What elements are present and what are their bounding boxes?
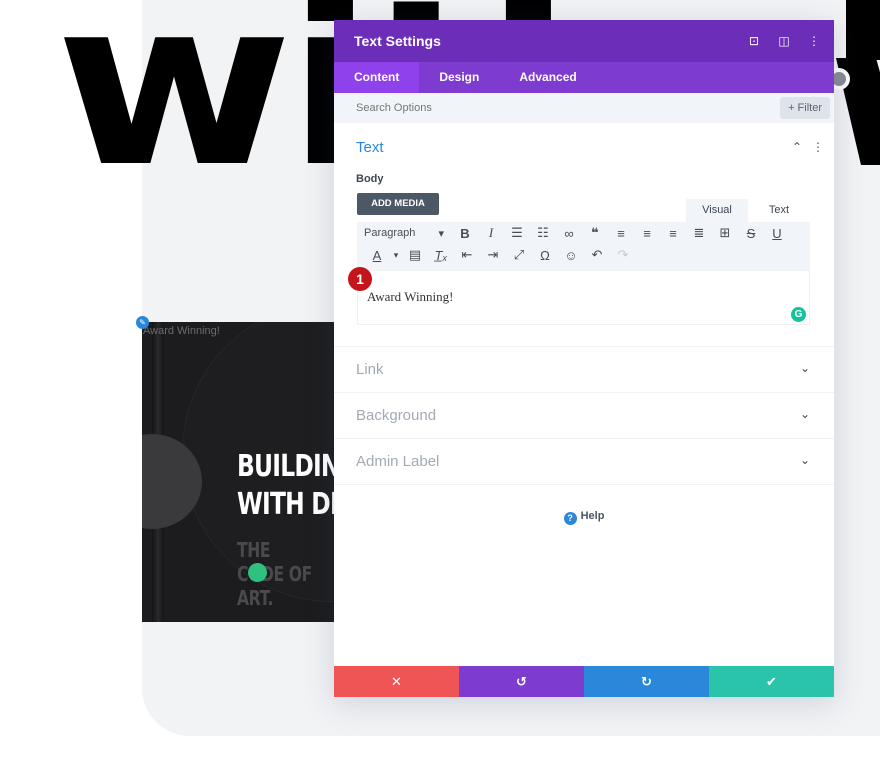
background-section[interactable]: Background ⌄: [334, 393, 834, 439]
format-select-value: Paragraph: [364, 226, 416, 239]
book-cover-image: BUILDING WITH DIVI THE CODE OF ART.: [142, 322, 334, 622]
book-title-line: BUILDING: [237, 449, 334, 484]
tab-advanced[interactable]: Advanced: [499, 62, 596, 93]
section-more-icon[interactable]: ⋮: [812, 140, 824, 154]
grammarly-icon[interactable]: G: [791, 307, 806, 322]
align-right-icon[interactable]: ≡: [660, 226, 686, 241]
bullet-list-icon[interactable]: ☰: [504, 225, 530, 241]
undo-button[interactable]: ↺: [459, 666, 584, 697]
tab-design[interactable]: Design: [419, 62, 499, 93]
filter-button[interactable]: + Filter: [780, 97, 830, 119]
book-subtitle-line: THE: [237, 538, 271, 562]
editor-toolbar: Paragraph ▾ B I ☰ ☷ ∞ ❝ ≡ ≡ ≡ ≣ ⊞ S U A: [357, 222, 810, 270]
format-select[interactable]: Paragraph ▾: [364, 227, 452, 240]
add-media-button[interactable]: ADD MEDIA: [357, 193, 439, 215]
caret-down-icon[interactable]: ▾: [390, 250, 402, 261]
search-options-input[interactable]: [356, 93, 736, 123]
clear-format-icon[interactable]: T̲ₓ: [428, 248, 454, 263]
underline-icon[interactable]: U: [764, 226, 790, 241]
modal-title: Text Settings: [354, 33, 441, 49]
book-subtitle-line: ART.: [237, 586, 274, 610]
strikethrough-icon[interactable]: S: [738, 226, 764, 241]
chevron-down-icon[interactable]: ⌄: [800, 361, 810, 375]
edit-pencil-icon[interactable]: ✎: [136, 316, 149, 329]
background-section-title: Background: [356, 407, 437, 424]
bold-icon[interactable]: B: [452, 226, 478, 241]
search-bar: + Filter: [334, 93, 834, 123]
blockquote-icon[interactable]: ❝: [582, 225, 608, 241]
green-dot-decoration: [248, 563, 267, 582]
admin-label-section-title: Admin Label: [356, 453, 440, 470]
text-color-icon[interactable]: A: [364, 248, 390, 263]
modal-tabs: Content Design Advanced: [334, 62, 834, 93]
visual-mode-tab[interactable]: Visual: [686, 199, 748, 222]
special-char-icon[interactable]: Ω: [532, 248, 558, 263]
help-link[interactable]: ? Help: [334, 510, 834, 525]
redo-button[interactable]: ↻: [584, 666, 709, 697]
fullscreen-icon[interactable]: ⤢: [506, 247, 532, 263]
caret-down-icon: ▾: [438, 227, 444, 240]
text-settings-modal: Text Settings ⊡ ◫ ⋮ Content Design Advan…: [334, 20, 834, 697]
outdent-icon[interactable]: ⇤: [454, 247, 480, 263]
redo-icon[interactable]: ↷: [610, 247, 636, 263]
body-label: Body: [356, 173, 384, 185]
modal-footer: ✕ ↺ ↻ ✔: [334, 666, 834, 697]
more-vert-icon[interactable]: ⋮: [808, 34, 820, 48]
rich-text-editor[interactable]: Award Winning! G: [357, 270, 810, 325]
text-section: Text ⌃ ⋮ Body ADD MEDIA Visual Text Para…: [334, 123, 834, 347]
page-canvas: with BUILDING WITH DIVI THE CODE OF ART.…: [0, 0, 880, 766]
help-label: Help: [580, 510, 605, 522]
split-view-icon[interactable]: ◫: [778, 34, 790, 48]
section-heading-text[interactable]: Text: [356, 139, 384, 156]
indent-icon[interactable]: ⇥: [480, 247, 506, 263]
paste-icon[interactable]: ▤: [402, 247, 428, 263]
chevron-down-icon[interactable]: ⌄: [800, 453, 810, 467]
editor-content[interactable]: Award Winning!: [367, 289, 454, 305]
help-icon: ?: [563, 512, 577, 525]
link-section-title: Link: [356, 361, 384, 378]
italic-icon[interactable]: I: [478, 225, 504, 241]
tab-content[interactable]: Content: [334, 62, 420, 93]
chevron-up-icon[interactable]: ⌃: [792, 140, 802, 154]
save-button[interactable]: ✔: [709, 666, 834, 697]
chevron-down-icon[interactable]: ⌄: [800, 407, 810, 421]
link-icon[interactable]: ∞: [556, 226, 582, 241]
undo-icon[interactable]: ↶: [584, 247, 610, 263]
link-section[interactable]: Link ⌄: [334, 347, 834, 393]
book-title-line: WITH DIVI: [237, 487, 334, 522]
text-mode-tab[interactable]: Text: [748, 199, 810, 222]
align-justify-icon[interactable]: ≣: [686, 225, 712, 241]
numbered-list-icon[interactable]: ☷: [530, 225, 556, 241]
book-title: BUILDING WITH DIVI: [237, 448, 334, 524]
table-icon[interactable]: ⊞: [712, 225, 738, 241]
admin-label-section[interactable]: Admin Label ⌄: [334, 439, 834, 485]
align-center-icon[interactable]: ≡: [634, 226, 660, 241]
cancel-button[interactable]: ✕: [334, 666, 459, 697]
step-badge: 1: [348, 267, 372, 291]
award-text-module[interactable]: Award Winning!: [143, 325, 220, 337]
modal-header: Text Settings ⊡ ◫ ⋮: [334, 20, 834, 62]
align-left-icon[interactable]: ≡: [608, 226, 634, 241]
focus-icon[interactable]: ⊡: [748, 34, 760, 48]
emoji-icon[interactable]: ☺: [558, 248, 584, 263]
